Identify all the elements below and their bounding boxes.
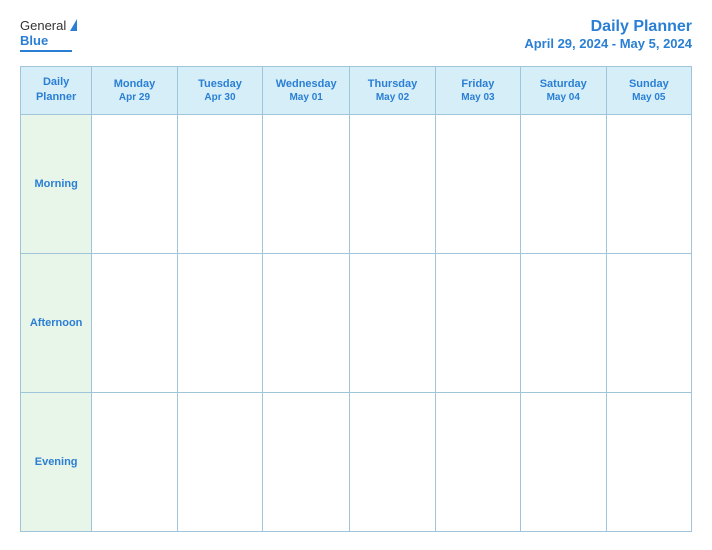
morning-thursday[interactable] (350, 114, 436, 253)
logo-general-text: General (20, 18, 66, 33)
planner-table: DailyPlanner MondayApr 29 TuesdayApr 30 … (20, 66, 692, 532)
evening-saturday[interactable] (520, 392, 606, 531)
afternoon-friday[interactable] (436, 253, 521, 392)
col-monday: MondayApr 29 (92, 67, 177, 115)
afternoon-thursday[interactable] (350, 253, 436, 392)
evening-thursday[interactable] (350, 392, 436, 531)
logo-blue-text: Blue (20, 33, 48, 48)
afternoon-saturday[interactable] (520, 253, 606, 392)
morning-label: Morning (21, 114, 92, 253)
corner-header: DailyPlanner (21, 67, 92, 115)
evening-tuesday[interactable] (177, 392, 263, 531)
afternoon-sunday[interactable] (606, 253, 691, 392)
col-tuesday: TuesdayApr 30 (177, 67, 263, 115)
logo: General Blue (20, 18, 77, 52)
evening-row: Evening (21, 392, 692, 531)
morning-monday[interactable] (92, 114, 177, 253)
table-header-row: DailyPlanner MondayApr 29 TuesdayApr 30 … (21, 67, 692, 115)
afternoon-wednesday[interactable] (263, 253, 350, 392)
evening-label: Evening (21, 392, 92, 531)
logo-triangle-icon (70, 19, 77, 31)
page-title: Daily Planner (524, 18, 692, 36)
page-title-block: Daily Planner April 29, 2024 - May 5, 20… (524, 18, 692, 51)
morning-saturday[interactable] (520, 114, 606, 253)
morning-friday[interactable] (436, 114, 521, 253)
col-thursday: ThursdayMay 02 (350, 67, 436, 115)
afternoon-label: Afternoon (21, 253, 92, 392)
logo-underline (20, 50, 72, 52)
col-friday: FridayMay 03 (436, 67, 521, 115)
afternoon-tuesday[interactable] (177, 253, 263, 392)
afternoon-row: Afternoon (21, 253, 692, 392)
col-sunday: SundayMay 05 (606, 67, 691, 115)
date-range: April 29, 2024 - May 5, 2024 (524, 36, 692, 51)
col-wednesday: WednesdayMay 01 (263, 67, 350, 115)
evening-monday[interactable] (92, 392, 177, 531)
morning-wednesday[interactable] (263, 114, 350, 253)
morning-tuesday[interactable] (177, 114, 263, 253)
evening-wednesday[interactable] (263, 392, 350, 531)
col-saturday: SaturdayMay 04 (520, 67, 606, 115)
evening-sunday[interactable] (606, 392, 691, 531)
morning-row: Morning (21, 114, 692, 253)
evening-friday[interactable] (436, 392, 521, 531)
page-header: General Blue Daily Planner April 29, 202… (20, 18, 692, 52)
afternoon-monday[interactable] (92, 253, 177, 392)
morning-sunday[interactable] (606, 114, 691, 253)
